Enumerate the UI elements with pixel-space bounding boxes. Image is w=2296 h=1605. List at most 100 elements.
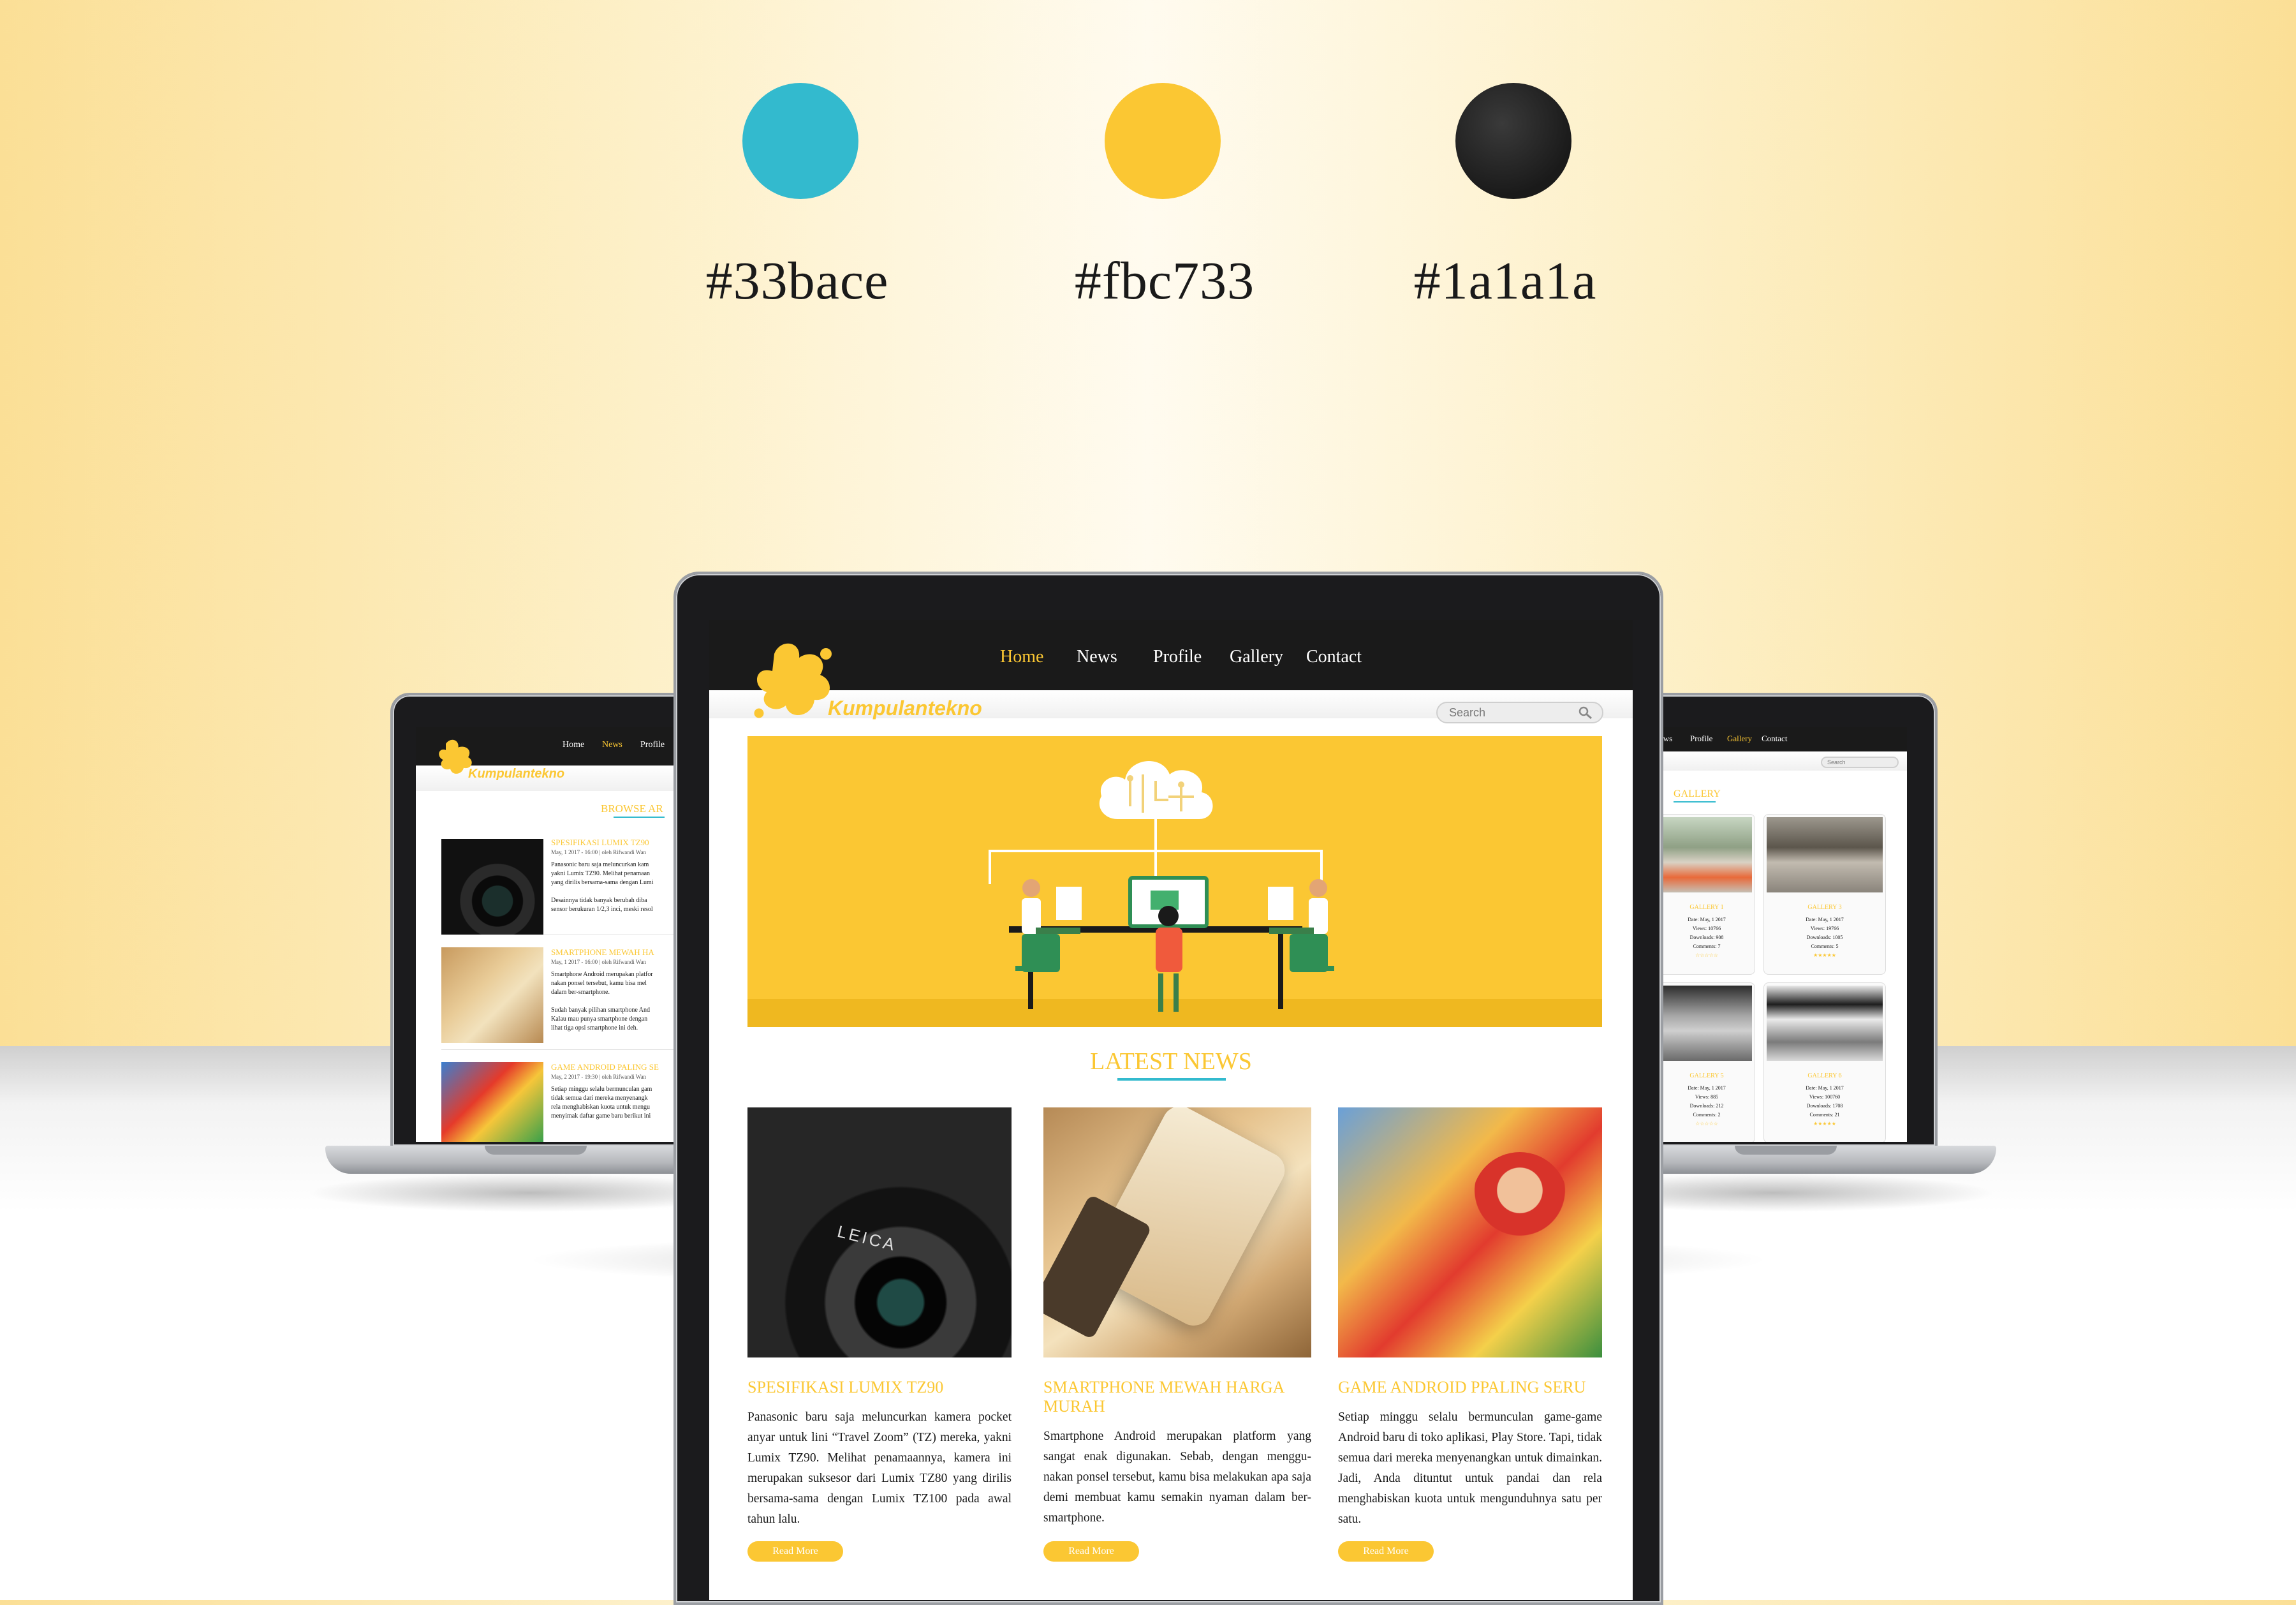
color-label-yellow: #fbc733: [1074, 251, 1255, 311]
gallery-card-2-rating: ★★★★★: [1813, 952, 1836, 958]
left-item-1-gap: [551, 887, 654, 896]
left-item-1-line-5: Desainnya tidak banyak berubah diba: [551, 897, 647, 904]
gallery-card-3-rating: ☆☆☆☆☆: [1695, 1121, 1718, 1127]
left-item-2-title[interactable]: SMARTPHONE MEWAH HA: [551, 947, 654, 958]
gallery-card-1-comments: Comments: 7: [1693, 943, 1721, 949]
left-item-2-image: [441, 947, 543, 1043]
gallery-card-2[interactable]: GALLERY 3 Date: May, 1 2017 Views: 19766…: [1763, 814, 1886, 975]
gallery-card-1[interactable]: GALLERY 1 Date: May, 1 2017 Views: 10766…: [1658, 814, 1755, 975]
gallery-card-4[interactable]: GALLERY 6 Date: May, 1 2017 Views: 10076…: [1763, 982, 1886, 1142]
gallery-card-1-title[interactable]: GALLERY 1: [1659, 904, 1755, 911]
left-item-2-line-3: dalam ber-smartphone.: [551, 989, 610, 996]
left-item-3-line-4: menyimak daftar game baru berikut ini: [551, 1113, 651, 1120]
logo-text[interactable]: Kumpulantekno: [828, 697, 982, 720]
gallery-card-2-downloads: Downloads: 1005: [1806, 935, 1843, 940]
search-icon[interactable]: [1578, 706, 1593, 720]
right-title-underline: [1674, 801, 1716, 802]
nav-gallery[interactable]: Gallery: [1230, 647, 1283, 667]
article-3-read-more-button[interactable]: Read More: [1338, 1541, 1434, 1562]
gallery-card-3-views: Views: 885: [1695, 1094, 1719, 1100]
gallery-card-4-info: Date: May, 1 2017 Views: 100760 Download…: [1764, 1084, 1885, 1128]
gallery-card-4-image: [1767, 986, 1883, 1061]
left-title-underline: [614, 817, 665, 818]
right-nav-contact[interactable]: Contact: [1762, 734, 1787, 744]
latest-news-title: LATEST NEWS: [1090, 1048, 1252, 1075]
left-item-3-image: [441, 1062, 543, 1142]
left-item-1-image: [441, 839, 543, 935]
article-1-image[interactable]: LEICA: [747, 1107, 1012, 1357]
left-item-1-line-1: Panasonic baru saja meluncurkan kam: [551, 861, 649, 868]
article-2-image[interactable]: [1043, 1107, 1311, 1357]
gallery-card-4-views: Views: 100760: [1809, 1094, 1841, 1100]
left-item-1-text: Panasonic baru saja meluncurkan kam yakn…: [551, 861, 654, 914]
gallery-card-2-title[interactable]: GALLERY 3: [1764, 904, 1885, 911]
article-2-read-more-button[interactable]: Read More: [1043, 1541, 1139, 1562]
left-item-2-line-6: Kalau mau punya smartphone dengan: [551, 1016, 648, 1023]
gallery-card-3[interactable]: GALLERY 5 Date: May, 1 2017 Views: 885 D…: [1658, 982, 1755, 1142]
color-swatch-black: [1455, 83, 1571, 199]
left-item-1-line-3: yang dirilis bersama-sama dengan Lumi: [551, 879, 654, 886]
left-nav-profile[interactable]: Profile: [640, 740, 665, 750]
nav-home[interactable]: Home: [1000, 647, 1043, 667]
gallery-card-3-title[interactable]: GALLERY 5: [1659, 1072, 1755, 1079]
color-swatch-cyan: [742, 83, 858, 199]
right-laptop-notch: [1735, 1146, 1837, 1155]
gallery-card-2-views: Views: 19766: [1810, 926, 1839, 931]
left-item-3-meta: May, 2 2017 - 19:30 | oleh Rifwandi Wan: [551, 1074, 647, 1080]
article-3-title[interactable]: GAME ANDROID PPALING SERU: [1338, 1378, 1602, 1397]
left-nav-news[interactable]: News: [602, 740, 622, 750]
article-1-title[interactable]: SPESIFIKASI LUMIX TZ90: [747, 1378, 1012, 1397]
left-item-2-line-1: Smartphone Android merupakan platfor: [551, 971, 653, 978]
gallery-card-4-rating: ★★★★★: [1813, 1121, 1836, 1127]
left-nav-home[interactable]: Home: [563, 740, 584, 750]
gallery-card-4-title[interactable]: GALLERY 6: [1764, 1072, 1885, 1079]
left-item-2-line-5: Sudah banyak pilihan smartphone And: [551, 1007, 650, 1014]
left-item-2-line-7: lihat tiga opsi smartphone ini deh.: [551, 1024, 638, 1032]
gallery-card-4-date: Date: May, 1 2017: [1806, 1085, 1844, 1091]
camera-brand-label: LEICA: [835, 1221, 899, 1255]
article-3-image[interactable]: [1338, 1107, 1602, 1357]
nav-news[interactable]: News: [1077, 647, 1117, 667]
left-logo-text[interactable]: Kumpulantekno: [468, 767, 564, 781]
hero-banner: [747, 736, 1602, 1027]
left-item-3-text: Setiap minggu selalu bermunculan gam tid…: [551, 1085, 652, 1121]
right-section-title: GALLERY: [1674, 788, 1721, 799]
gallery-card-1-views: Views: 10766: [1692, 926, 1721, 931]
right-nav-gallery[interactable]: Gallery: [1727, 734, 1752, 744]
main-nav-bar: Home News Profile Gallery Contact: [709, 620, 1633, 690]
left-item-3-line-3: rela menghabiskan kuota untuk mengu: [551, 1104, 650, 1111]
color-label-black: #1a1a1a: [1413, 251, 1597, 311]
article-2-text: Smartphone Android merupakan platform ya…: [1043, 1430, 1311, 1525]
left-item-1-meta: May, 1 2017 - 16:00 | oleh Rifwandi Wan: [551, 849, 647, 855]
left-item-1-line-2: yakni Lumix TZ90. Melihat penamaan: [551, 870, 651, 877]
article-2-title[interactable]: SMARTPHONE MEWAH HARGA MURAH: [1043, 1378, 1311, 1416]
center-laptop-screen: Home News Profile Gallery Contact Kumpul…: [709, 620, 1633, 1600]
left-item-1-title[interactable]: SPESIFIKASI LUMIX TZ90: [551, 838, 649, 848]
right-search-input[interactable]: Search: [1821, 757, 1899, 768]
gallery-card-2-comments: Comments: 5: [1811, 943, 1839, 949]
cloud-icon: [1099, 760, 1213, 819]
gallery-card-1-date: Date: May, 1 2017: [1688, 917, 1726, 922]
nav-profile[interactable]: Profile: [1153, 647, 1202, 667]
gallery-card-1-rating: ☆☆☆☆☆: [1695, 952, 1718, 958]
color-swatch-yellow: [1105, 83, 1221, 199]
gallery-card-3-date: Date: May, 1 2017: [1688, 1085, 1726, 1091]
gallery-card-4-downloads: Downloads: 1708: [1806, 1103, 1843, 1109]
gallery-card-2-date: Date: May, 1 2017: [1806, 917, 1844, 922]
left-item-2-line-2: nakan ponsel tersebut, kamu bisa mel: [551, 980, 647, 987]
gallery-card-2-info: Date: May, 1 2017 Views: 19766 Downloads…: [1764, 915, 1885, 960]
left-item-3-title[interactable]: GAME ANDROID PALING SE: [551, 1062, 659, 1072]
left-section-title: BROWSE AR: [601, 802, 663, 815]
gallery-card-3-downloads: Downloads: 212: [1689, 1103, 1724, 1109]
left-laptop-notch: [485, 1146, 587, 1155]
gallery-card-1-image: [1661, 817, 1752, 892]
nav-contact[interactable]: Contact: [1306, 647, 1362, 667]
mario-figure: [1472, 1152, 1568, 1248]
left-item-2-gap: [551, 997, 653, 1006]
article-1-read-more-button[interactable]: Read More: [747, 1541, 843, 1562]
left-item-3-line-2: tidak semua dari mereka menyenangk: [551, 1095, 648, 1102]
right-nav-profile[interactable]: Profile: [1690, 734, 1712, 744]
gallery-card-4-comments: Comments: 21: [1809, 1112, 1840, 1118]
gallery-card-3-comments: Comments: 2: [1693, 1112, 1721, 1118]
search-input[interactable]: Search: [1436, 702, 1603, 723]
